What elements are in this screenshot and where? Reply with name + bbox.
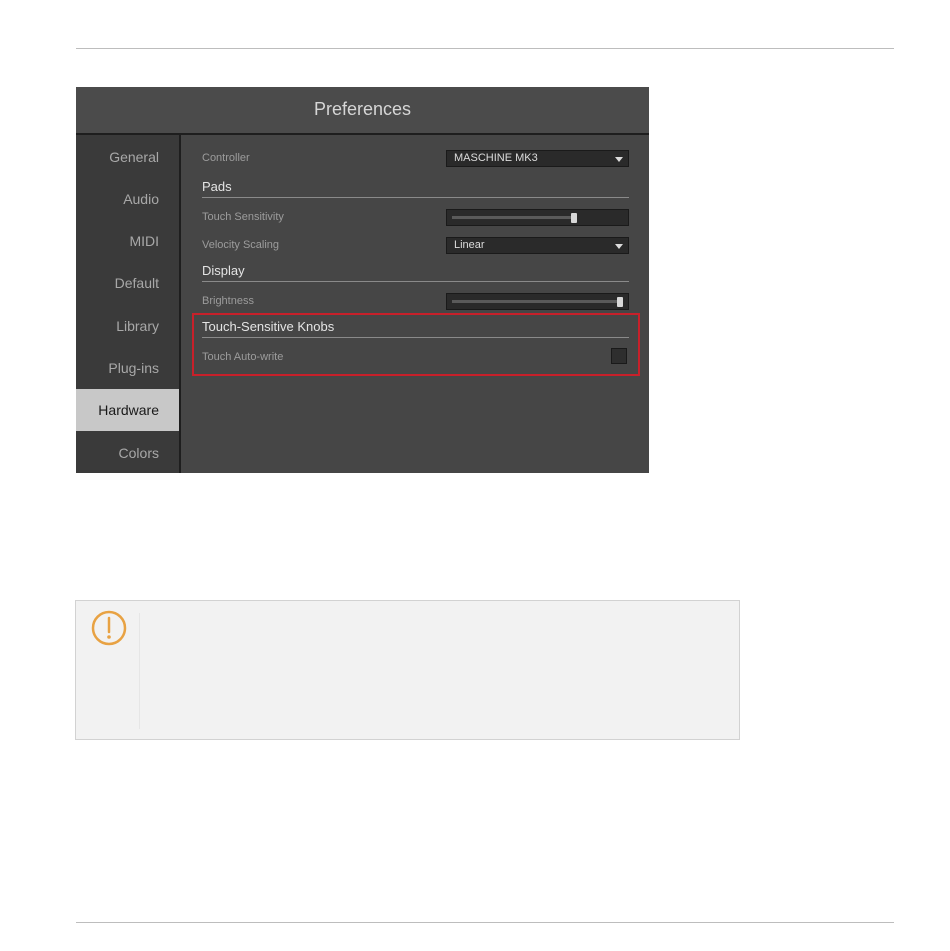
preferences-window: Preferences General Audio MIDI Default L… bbox=[76, 87, 649, 473]
footer-rule bbox=[76, 922, 894, 923]
note-divider bbox=[139, 613, 140, 729]
touch-sensitivity-slider[interactable] bbox=[446, 209, 629, 226]
header-rule bbox=[76, 48, 894, 49]
warning-icon bbox=[91, 610, 127, 646]
brightness-slider[interactable] bbox=[446, 293, 629, 310]
slider-track bbox=[452, 216, 571, 219]
velocity-scaling-select[interactable]: Linear bbox=[446, 237, 629, 254]
window-title: Preferences bbox=[76, 87, 649, 135]
sidebar-item-colors[interactable]: Colors bbox=[76, 432, 179, 474]
highlight-box bbox=[192, 313, 640, 376]
sidebar-item-general[interactable]: General bbox=[76, 136, 179, 178]
sidebar: General Audio MIDI Default Library Plug-… bbox=[76, 135, 181, 473]
velocity-scaling-label: Velocity Scaling bbox=[202, 239, 280, 251]
sidebar-item-plug-ins[interactable]: Plug-ins bbox=[76, 347, 179, 389]
controller-label: Controller bbox=[202, 152, 250, 164]
pads-section-divider bbox=[202, 197, 629, 198]
display-section-title: Display bbox=[202, 263, 245, 278]
brightness-label: Brightness bbox=[202, 295, 254, 307]
hardware-panel: Controller MASCHINE MK3 Pads Touch Sensi… bbox=[181, 135, 649, 473]
sidebar-item-audio[interactable]: Audio bbox=[76, 178, 179, 220]
sidebar-item-default[interactable]: Default bbox=[76, 262, 179, 304]
controller-value: MASCHINE MK3 bbox=[454, 152, 538, 164]
velocity-scaling-value: Linear bbox=[454, 239, 485, 251]
display-section-divider bbox=[202, 281, 629, 282]
slider-thumb[interactable] bbox=[617, 297, 623, 307]
note-box bbox=[75, 600, 740, 740]
sidebar-item-hardware[interactable]: Hardware bbox=[76, 389, 179, 431]
touch-sensitivity-label: Touch Sensitivity bbox=[202, 211, 284, 223]
sidebar-item-midi[interactable]: MIDI bbox=[76, 220, 179, 262]
chevron-down-icon bbox=[615, 244, 623, 249]
sidebar-item-library[interactable]: Library bbox=[76, 305, 179, 347]
slider-track bbox=[452, 300, 617, 303]
chevron-down-icon bbox=[615, 157, 623, 162]
slider-thumb[interactable] bbox=[571, 213, 577, 223]
controller-select[interactable]: MASCHINE MK3 bbox=[446, 150, 629, 167]
pads-section-title: Pads bbox=[202, 179, 232, 194]
